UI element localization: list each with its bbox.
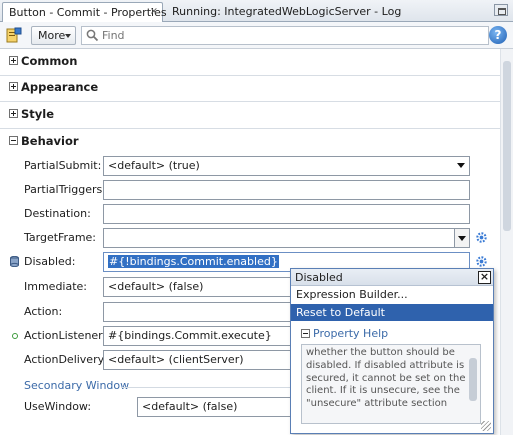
close-icon[interactable]: ×: [150, 6, 158, 17]
help-scrollbar-thumb[interactable]: [469, 358, 477, 401]
field-label: ActionDelivery:: [24, 353, 108, 366]
tab-server-log-label: Running: IntegratedWebLogicServer - Log: [172, 5, 402, 18]
partial-submit-select[interactable]: <default> (true): [103, 156, 470, 176]
help-icon[interactable]: ?: [489, 26, 507, 44]
target-frame-field[interactable]: [103, 228, 455, 248]
row-partial-triggers: PartialTriggers:: [0, 178, 500, 202]
field-value: <default> (false): [142, 400, 238, 413]
popup-header: Disabled ×: [291, 269, 493, 286]
field-label: PartialSubmit:: [24, 159, 102, 172]
field-label: Action:: [24, 305, 63, 318]
popup-title: Disabled: [295, 271, 343, 284]
menu-item-expression-builder[interactable]: Expression Builder...: [291, 286, 493, 303]
target-frame-dropdown[interactable]: [454, 228, 470, 248]
disabled-context-menu: Disabled × Expression Builder... Reset t…: [290, 268, 494, 434]
field-label: Immediate:: [24, 280, 88, 293]
collapse-icon: [301, 329, 310, 338]
row-destination: Destination:: [0, 202, 500, 226]
expand-icon[interactable]: [9, 82, 18, 91]
row-partial-submit: PartialSubmit: <default> (true): [0, 154, 500, 178]
gear-icon[interactable]: [475, 255, 488, 268]
listener-icon: [12, 333, 18, 339]
tab-properties-label: Button - Commit - Properties: [9, 6, 167, 19]
resize-grip-icon[interactable]: [481, 421, 491, 431]
field-value: <default> (false): [108, 280, 204, 293]
section-title: Appearance: [21, 80, 99, 94]
tab-properties[interactable]: Button - Commit - Properties ×: [2, 2, 167, 22]
chevron-down-icon: [65, 34, 71, 38]
collapse-icon[interactable]: [9, 136, 18, 145]
section-style[interactable]: Style: [0, 102, 500, 129]
section-appearance[interactable]: Appearance: [0, 75, 500, 102]
property-help-label: Property Help: [313, 327, 389, 340]
field-label: TargetFrame:: [24, 231, 97, 244]
subsection-secondary-window[interactable]: Secondary Window: [24, 379, 129, 392]
field-value: #{bindings.Commit.execute}: [108, 329, 272, 342]
more-button-label: More: [38, 29, 66, 42]
tab-server-log[interactable]: Running: IntegratedWebLogicServer - Log: [166, 2, 407, 22]
section-title: Style: [21, 107, 55, 121]
field-value: <default> (true): [108, 159, 200, 172]
scrollbar-thumb[interactable]: [503, 61, 511, 231]
section-behavior[interactable]: Behavior: [0, 129, 500, 156]
more-button[interactable]: More: [31, 26, 76, 45]
property-help-toggle[interactable]: Property Help: [301, 327, 388, 340]
search-input[interactable]: [102, 28, 482, 43]
window-restore-icon[interactable]: [494, 4, 508, 16]
field-value: #{!bindings.Commit.enabled}: [108, 255, 279, 268]
menu-item-reset-to-default[interactable]: Reset to Default: [291, 304, 493, 321]
vertical-scrollbar[interactable]: [500, 49, 513, 435]
search-icon: [86, 29, 99, 42]
property-help-text: whether the button should be disabled. I…: [301, 344, 481, 424]
field-label: Destination:: [24, 207, 91, 220]
section-title: Common: [21, 54, 78, 68]
database-icon: [10, 256, 19, 267]
partial-triggers-field[interactable]: [103, 180, 470, 200]
expand-icon[interactable]: [9, 109, 18, 118]
field-label: ActionListener:: [24, 329, 107, 342]
field-label: PartialTriggers:: [24, 183, 106, 196]
destination-field[interactable]: [103, 204, 470, 224]
search-box: [81, 26, 489, 45]
field-value: <default> (clientServer): [108, 353, 244, 366]
field-label: Disabled:: [24, 255, 76, 268]
toolbar: More ?: [0, 22, 513, 49]
expand-icon[interactable]: [9, 56, 18, 65]
row-target-frame: TargetFrame:: [0, 226, 500, 250]
section-common[interactable]: Common: [0, 49, 500, 76]
gear-icon[interactable]: [475, 231, 488, 244]
close-icon[interactable]: ×: [478, 271, 491, 284]
section-title: Behavior: [21, 134, 79, 148]
properties-icon: [6, 27, 22, 43]
field-label: UseWindow:: [24, 400, 92, 413]
tab-strip: Button - Commit - Properties × Running: …: [0, 0, 513, 22]
